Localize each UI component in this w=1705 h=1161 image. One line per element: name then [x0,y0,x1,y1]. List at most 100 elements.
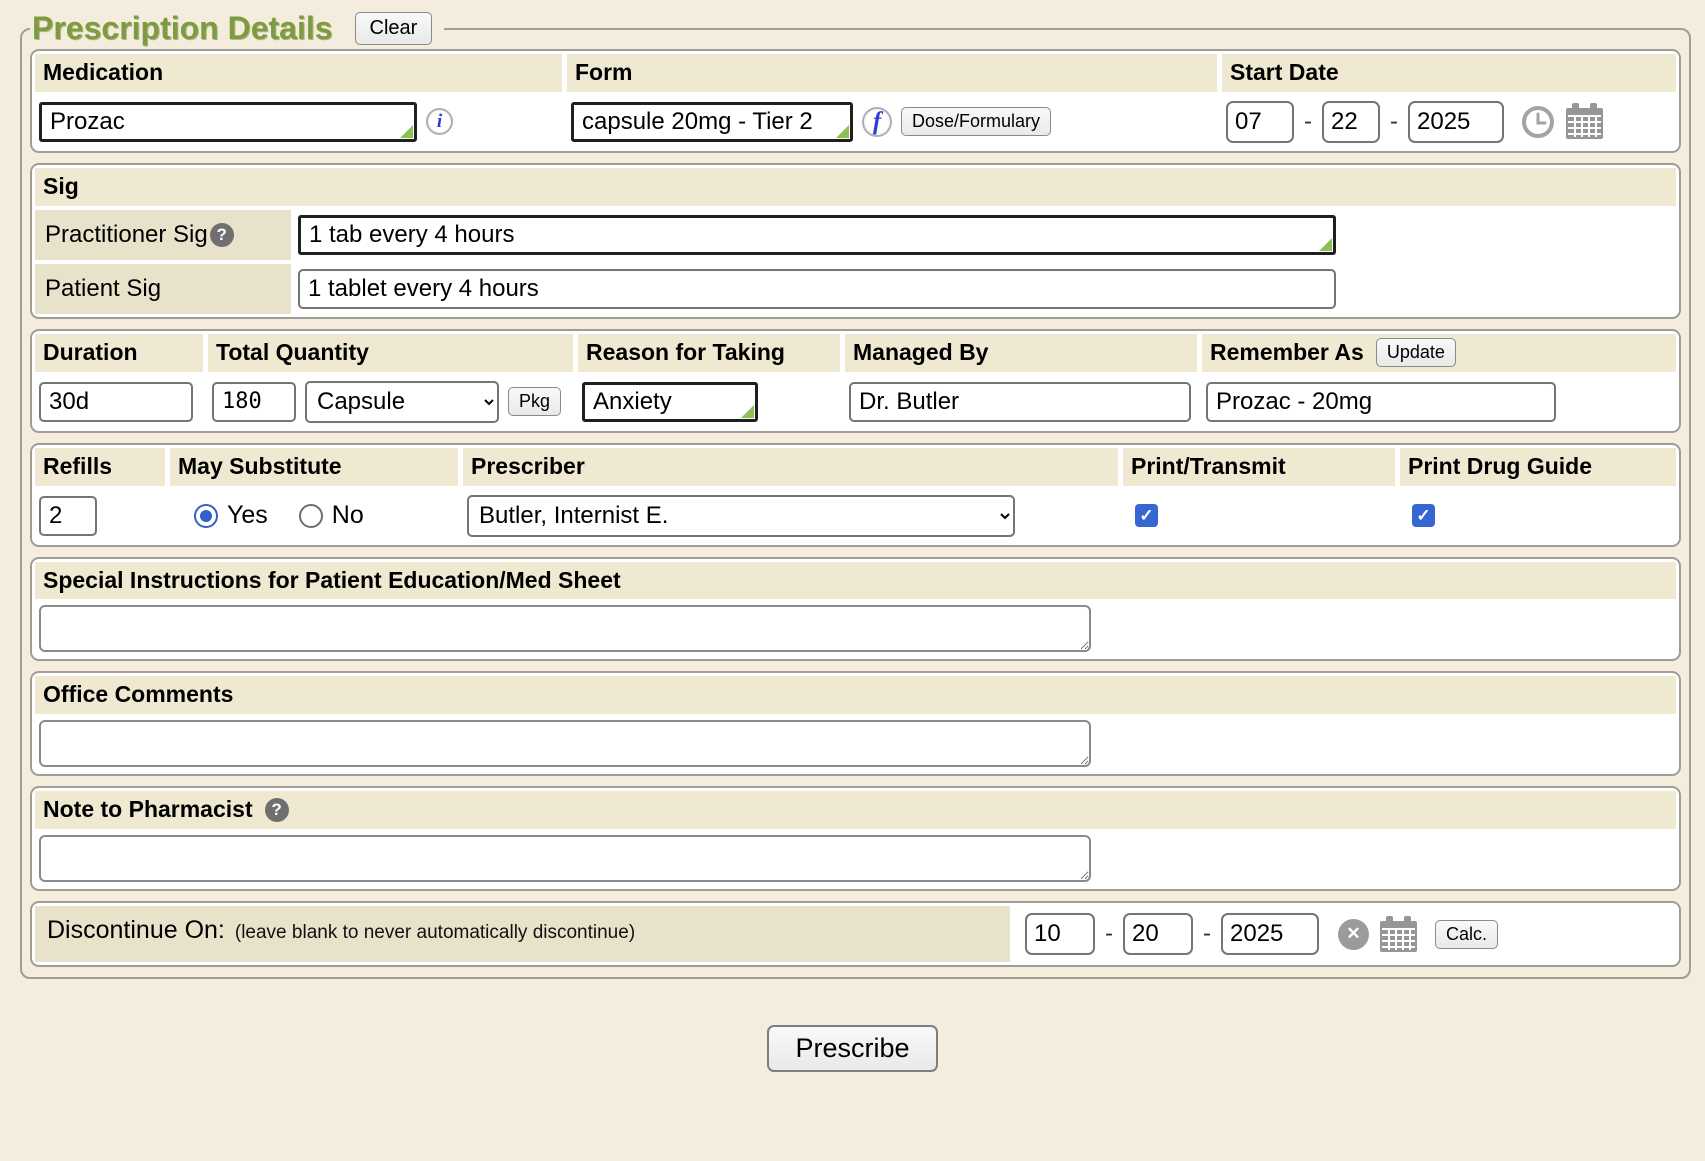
prescription-details-panel: Prescription Details Clear Medication Fo… [20,10,1691,979]
remember-as-label: Remember As [1210,338,1364,368]
print-transmit-checkbox[interactable]: ✓ [1135,504,1158,527]
print-transmit-cell: ✓ [1123,490,1395,542]
note-to-pharmacist-header: Note to Pharmacist ? [35,791,1676,829]
start-date-day-input[interactable] [1322,101,1380,143]
calendar-icon[interactable] [1564,103,1604,140]
practitioner-sig-input[interactable] [298,215,1336,255]
remember-as-header: Remember As Update [1202,334,1676,372]
calc-button[interactable]: Calc. [1435,920,1498,949]
refills-label: Refills [43,452,112,482]
office-comments-textarea[interactable] [39,720,1091,767]
print-drug-guide-cell: ✓ [1400,490,1676,542]
start-date-label: Start Date [1230,58,1339,88]
prescribe-row: Prescribe [0,1025,1705,1072]
note-to-pharmacist-section: Note to Pharmacist ? [30,786,1681,891]
reason-input[interactable] [582,382,758,422]
may-substitute-label: May Substitute [178,452,342,482]
patient-sig-input[interactable] [298,269,1336,309]
medication-cell: i [35,96,562,148]
may-substitute-cell: Yes No [170,490,458,542]
sig-header: Sig [35,168,1676,206]
remember-as-input[interactable] [1206,382,1556,422]
pkg-button[interactable]: Pkg [508,387,561,416]
patient-sig-label: Patient Sig [45,275,161,303]
time-icon[interactable] [1521,105,1555,139]
print-transmit-header: Print/Transmit [1123,448,1395,486]
note-to-pharmacist-textarea[interactable] [39,835,1091,882]
formulary-icon[interactable]: f [862,107,892,137]
medication-label: Medication [43,58,163,88]
office-comments-section: Office Comments [30,671,1681,776]
office-comments-header: Office Comments [35,676,1676,714]
start-date-header: Start Date [1222,54,1676,92]
total-quantity-header: Total Quantity [208,334,573,372]
managed-by-cell [845,376,1197,428]
calendar-icon[interactable] [1378,916,1418,953]
sig-section: Sig Practitioner Sig ? Patient Sig [30,163,1681,319]
discontinue-label-cell: Discontinue On: (leave blank to never au… [35,906,1010,962]
managed-by-label: Managed By [853,338,988,368]
substitute-no-radio[interactable] [299,504,323,528]
remember-as-cell [1202,376,1676,428]
print-drug-guide-checkbox[interactable]: ✓ [1412,504,1435,527]
practitioner-sig-label: Practitioner Sig [45,221,208,249]
substitute-yes-label: Yes [227,501,268,530]
special-instructions-textarea[interactable] [39,605,1091,652]
discontinue-section: Discontinue On: (leave blank to never au… [30,901,1681,967]
refills-input[interactable] [39,496,97,536]
medication-section: Medication Form Start Date i f [30,49,1681,153]
date-separator: - [1105,920,1113,948]
reason-cell [578,376,840,428]
may-substitute-header: May Substitute [170,448,458,486]
total-quantity-input[interactable] [212,382,296,422]
discontinue-hint: (leave blank to never automatically disc… [235,922,635,944]
duration-input[interactable] [39,382,193,422]
reason-header: Reason for Taking [578,334,840,372]
prescribe-button[interactable]: Prescribe [767,1025,937,1072]
form-cell: f Dose/Formulary [567,96,1217,148]
total-quantity-cell: Capsule Pkg [208,376,573,428]
page-title: Prescription Details [32,10,333,47]
prescriber-header: Prescriber [463,448,1118,486]
discontinue-year-input[interactable] [1221,913,1319,955]
start-date-year-input[interactable] [1408,101,1504,143]
substitute-yes-radio[interactable] [194,504,218,528]
dose-formulary-button[interactable]: Dose/Formulary [901,107,1051,136]
discontinue-day-input[interactable] [1123,913,1193,955]
prescriber-cell: Butler, Internist E. [463,490,1118,542]
refills-header: Refills [35,448,165,486]
drug-info-icon[interactable]: i [426,108,453,135]
help-icon[interactable]: ? [210,223,234,247]
prescriber-label: Prescriber [471,452,585,482]
special-instructions-section: Special Instructions for Patient Educati… [30,557,1681,662]
prescriber-select[interactable]: Butler, Internist E. [467,495,1015,537]
patient-sig-cell [296,264,1676,314]
special-instructions-header: Special Instructions for Patient Educati… [35,562,1676,600]
form-input[interactable] [571,102,853,142]
print-drug-guide-label: Print Drug Guide [1408,452,1592,482]
reason-label: Reason for Taking [586,338,785,368]
substitute-no-label: No [332,501,364,530]
medication-header: Medication [35,54,562,92]
practitioner-sig-cell [296,210,1676,260]
form-label: Form [575,58,633,88]
discontinue-month-input[interactable] [1025,913,1095,955]
patient-sig-label-cell: Patient Sig [35,264,291,314]
managed-by-input[interactable] [849,382,1191,422]
special-instructions-label: Special Instructions for Patient Educati… [43,566,621,596]
quantity-unit-select[interactable]: Capsule [305,381,499,423]
panel-legend: Prescription Details Clear [30,10,444,47]
refills-cell [35,490,165,542]
print-transmit-label: Print/Transmit [1131,452,1286,482]
update-button[interactable]: Update [1376,338,1456,367]
medication-input[interactable] [39,102,417,142]
date-separator: - [1390,108,1398,136]
help-icon[interactable]: ? [265,798,289,822]
date-separator: - [1304,108,1312,136]
clear-date-icon[interactable]: ✕ [1338,919,1369,950]
practitioner-sig-label-cell: Practitioner Sig ? [35,210,291,260]
managed-by-header: Managed By [845,334,1197,372]
clear-button[interactable]: Clear [355,12,433,45]
form-header: Form [567,54,1217,92]
start-date-month-input[interactable] [1226,101,1294,143]
